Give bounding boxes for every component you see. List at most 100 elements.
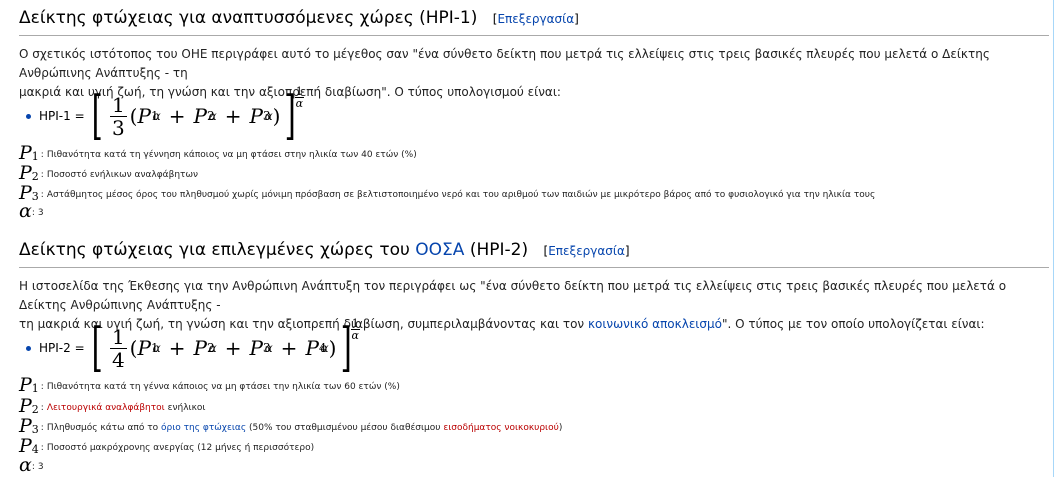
def-text: Πιθανότητα κατά τη γέννηση κάποιος να μη… <box>46 150 417 160</box>
def-symbol: P <box>19 435 32 457</box>
def-text: Λειτουργικά αναλφάβητοι ενήλικοι <box>47 402 206 414</box>
outer-exponent: 1 α <box>294 86 304 110</box>
var: P <box>249 336 263 360</box>
formula-hpi2: HPI-2 = [ 1 4 ( P1α + P2α + P3α + P4α ) … <box>26 318 360 378</box>
def-symbol: P <box>19 415 32 437</box>
var: P <box>193 336 207 360</box>
definition-p1: P1: Πιθανότητα κατά τη γέννηση κάποιος ν… <box>19 143 417 163</box>
social-exclusion-link[interactable]: κοινωνικό αποκλεισμό <box>588 317 722 331</box>
definition-p2: P2: Λειτουργικά αναλφάβητοι ενήλικοι <box>19 396 205 416</box>
rparen: ) <box>328 336 337 360</box>
def-sub: 3 <box>31 423 39 436</box>
def-sub: 1 <box>31 382 39 395</box>
formula-label: HPI-1 = <box>39 109 85 123</box>
right-bracket: ] <box>285 86 297 146</box>
edit-link[interactable]: Επεξεργασία <box>497 12 574 26</box>
formula-math: [ 1 4 ( P1α + P2α + P3α + P4α ) ] 1 α <box>87 318 360 378</box>
def-symbol: P <box>19 395 32 417</box>
section-title-suffix: (HPI-2) <box>464 240 529 260</box>
text: ". Ο τύπος με τον οποίο υπολογίζεται είν… <box>721 317 985 331</box>
def-colon: : <box>40 443 44 453</box>
formula-hpi1: HPI-1 = [ 1 3 ( P1α + P2α + P3α ) ] 1 α <box>26 86 304 146</box>
section-title: Δείκτης φτώχειας για αναπτυσσόμενες χώρε… <box>19 8 478 28</box>
outer-exponent: 1 α <box>350 318 360 342</box>
def-text: Ποσοστό ενήλικων αναλφάβητων <box>46 170 199 180</box>
def-colon: : <box>40 403 44 413</box>
right-bracket: ] <box>341 318 353 378</box>
section-title: Δείκτης φτώχειας για επιλεγμένες χώρες τ… <box>19 240 416 260</box>
bullet-icon <box>26 113 31 119</box>
exp-den: α <box>351 329 359 342</box>
text: ενήλικοι <box>164 403 206 413</box>
definition-p3: P3: Πληθυσμός κάτω από το όριο της φτώχε… <box>19 416 562 436</box>
def-sub: 1 <box>31 150 39 163</box>
def-text: Πιθανότητα κατά τη γέννα κάποιος να μη φ… <box>46 382 400 392</box>
def-colon: : <box>40 423 44 433</box>
sup: α <box>208 341 217 355</box>
var: P <box>305 336 319 360</box>
def-colon: : <box>40 170 44 180</box>
frac-den: 4 <box>111 347 125 372</box>
definition-p4: P4: Ποσοστό μακρόχρονης ανεργίας (12 μήν… <box>19 436 314 456</box>
def-colon: : <box>40 150 44 160</box>
left-bracket: [ <box>91 86 103 146</box>
var: P <box>137 336 151 360</box>
def-text: Ποσοστό μακρόχρονης ανεργίας (12 μήνες ή… <box>46 443 315 453</box>
household-income-link[interactable]: εισοδήματος νοικοκυριού <box>443 423 558 433</box>
def-symbol: P <box>19 374 32 396</box>
oecd-link[interactable]: ΟΟΣΑ <box>415 240 464 260</box>
plus: + <box>168 336 186 360</box>
page-border <box>1053 0 1054 477</box>
section-heading-hpi2: Δείκτης φτώχειας για επιλεγμένες χώρες τ… <box>19 238 1049 268</box>
def-text: Πληθυσμός κάτω από το όριο της φτώχειας … <box>47 422 562 434</box>
edit-section-link: [Επεξεργασία] <box>492 12 579 26</box>
edit-section-link: [Επεξεργασία] <box>543 244 630 258</box>
frac-num: 1 <box>109 92 127 117</box>
definition-alpha: α: 3 <box>19 455 44 475</box>
def-colon: : <box>31 208 35 218</box>
definition-p1: P1: Πιθανότητα κατά τη γέννα κάποιος να … <box>19 375 400 395</box>
def-text: 3 <box>37 208 44 218</box>
poverty-line-link[interactable]: όριο της φτώχειας <box>161 423 246 433</box>
var: P <box>249 104 263 128</box>
rparen: ) <box>272 104 281 128</box>
paragraph-line: Ο σχετικός ιστότοπος του ΟΗΕ περιγράφει … <box>19 47 990 80</box>
def-symbol: α <box>19 454 32 476</box>
bullet-icon <box>26 345 31 351</box>
frac-den: 3 <box>111 115 125 140</box>
sup: α <box>152 341 161 355</box>
definition-p3: P3: Αστάθμητος μέσος όρος του πληθυσμού … <box>19 183 875 203</box>
article-page: Δείκτης φτώχειας για αναπτυσσόμενες χώρε… <box>0 0 1056 477</box>
def-symbol: α <box>19 200 32 222</box>
sup: α <box>208 109 217 123</box>
formula-math: [ 1 3 ( P1α + P2α + P3α ) ] 1 α <box>87 86 304 146</box>
def-text: 3 <box>37 462 44 472</box>
plus: + <box>224 336 242 360</box>
edit-link[interactable]: Επεξεργασία <box>548 244 625 258</box>
plus: + <box>224 104 242 128</box>
plus: + <box>168 104 186 128</box>
frac-num: 1 <box>109 324 127 349</box>
def-text: Αστάθμητος μέσος όρος του πληθυσμού χωρί… <box>46 190 876 200</box>
text: Πληθυσμός κάτω από το <box>46 423 161 433</box>
formula-label: HPI-2 = <box>39 341 85 355</box>
def-sub: 2 <box>31 403 39 416</box>
text: ) <box>558 423 563 433</box>
def-symbol: P <box>19 162 32 184</box>
definition-alpha: α: 3 <box>19 201 44 221</box>
sup: α <box>320 341 329 355</box>
def-sub: 2 <box>31 170 39 183</box>
def-symbol: P <box>19 142 32 164</box>
exp-den: α <box>295 97 303 110</box>
sup: α <box>152 109 161 123</box>
sup: α <box>264 341 273 355</box>
def-colon: : <box>40 382 44 392</box>
definition-p2: P2: Ποσοστό ενήλικων αναλφάβητων <box>19 163 198 183</box>
text: (50% του σταθμισμένου μέσου διαθέσιμου <box>246 423 444 433</box>
fraction: 1 4 <box>109 324 127 372</box>
fraction: 1 3 <box>109 92 127 140</box>
def-colon: : <box>40 190 44 200</box>
functional-illiterate-link[interactable]: Λειτουργικά αναλφάβητοι <box>47 403 165 413</box>
def-colon: : <box>31 462 35 472</box>
paragraph-line: Η ιστοσελίδα της Έκθεσης για την Ανθρώπι… <box>19 279 1007 312</box>
